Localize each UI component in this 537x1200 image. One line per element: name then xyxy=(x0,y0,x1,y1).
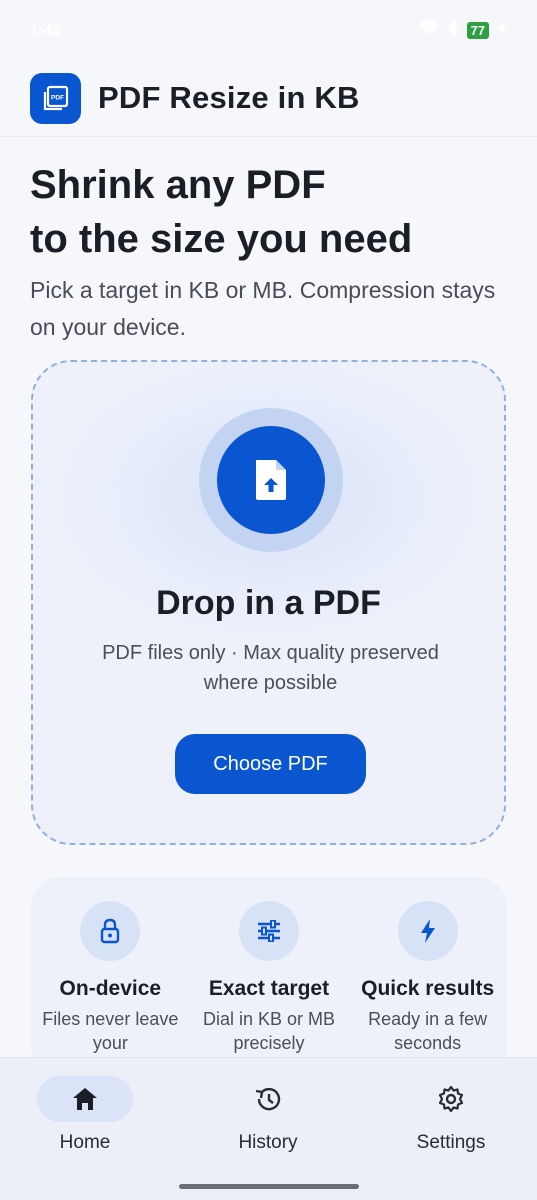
features-card: On-device Files never leave your Exact t… xyxy=(31,877,507,1077)
charging-icon xyxy=(497,21,507,39)
svg-text:PDF: PDF xyxy=(51,95,64,102)
pdf-drop-zone[interactable]: Drop in a PDF PDF files only · Max quali… xyxy=(31,360,506,845)
hero-subtitle: Pick a target in KB or MB. Compression s… xyxy=(30,277,496,340)
hero-title-line2: to the size you need xyxy=(30,217,413,261)
feature-desc: Dial in KB or MB precisely xyxy=(202,1009,335,1053)
hero-section: Shrink any PDF to the size you need Pick… xyxy=(30,158,510,346)
app-title: PDF Resize in KB xyxy=(98,80,360,115)
nav-item-home[interactable]: Home xyxy=(15,1076,155,1154)
feature-desc: Ready in a few seconds xyxy=(368,1009,488,1053)
wifi-icon xyxy=(418,20,439,40)
hero-title: Shrink any PDF to the size you need xyxy=(30,158,510,266)
nav-item-settings[interactable]: Settings xyxy=(381,1076,521,1154)
bolt-icon xyxy=(397,901,458,961)
history-icon xyxy=(255,1087,281,1111)
nav-label-history: History xyxy=(238,1132,298,1153)
feature-title: Quick results xyxy=(361,977,495,1000)
nav-pill xyxy=(403,1076,499,1122)
pdf-logo-icon: PDF xyxy=(43,85,68,111)
feature-quick-results: Quick results Ready in a few seconds xyxy=(353,901,503,1077)
feature-on-device: On-device Files never leave your xyxy=(35,901,185,1077)
drop-title: Drop in a PDF xyxy=(156,584,381,622)
nav-item-history[interactable]: History xyxy=(198,1076,338,1154)
drop-subtitle: PDF files only · Max quality preserved w… xyxy=(102,642,439,694)
nav-label-home: Home xyxy=(59,1132,111,1153)
bluetooth-icon xyxy=(447,17,459,41)
sliders-icon xyxy=(238,901,299,961)
status-time: 1:43 xyxy=(30,21,61,39)
app-logo: PDF xyxy=(30,72,81,124)
feature-title: Exact target xyxy=(208,977,330,1000)
status-icons: 77 xyxy=(418,17,507,41)
hero-title-line1: Shrink any PDF xyxy=(30,163,326,207)
feature-title: On-device xyxy=(59,977,162,1000)
upload-halo xyxy=(199,408,343,552)
upload-button[interactable] xyxy=(217,426,325,534)
lock-icon xyxy=(80,901,141,961)
app-bar: PDF PDF Resize in KB xyxy=(0,60,537,137)
home-indicator[interactable] xyxy=(179,1184,359,1189)
choose-pdf-button[interactable]: Choose PDF xyxy=(175,734,366,794)
bottom-nav: Home History Settings xyxy=(0,1057,537,1200)
battery-indicator: 77 xyxy=(466,21,489,39)
feature-desc: Files never leave your xyxy=(42,1009,179,1053)
home-icon xyxy=(73,1088,97,1110)
nav-label-settings: Settings xyxy=(416,1132,486,1153)
nav-active-pill xyxy=(37,1076,133,1122)
file-upload-icon xyxy=(256,460,286,500)
gear-icon xyxy=(438,1085,464,1113)
status-bar: 1:43 77 xyxy=(0,0,537,60)
feature-exact-target: Exact target Dial in KB or MB precisely xyxy=(194,901,344,1077)
nav-pill xyxy=(220,1076,316,1122)
